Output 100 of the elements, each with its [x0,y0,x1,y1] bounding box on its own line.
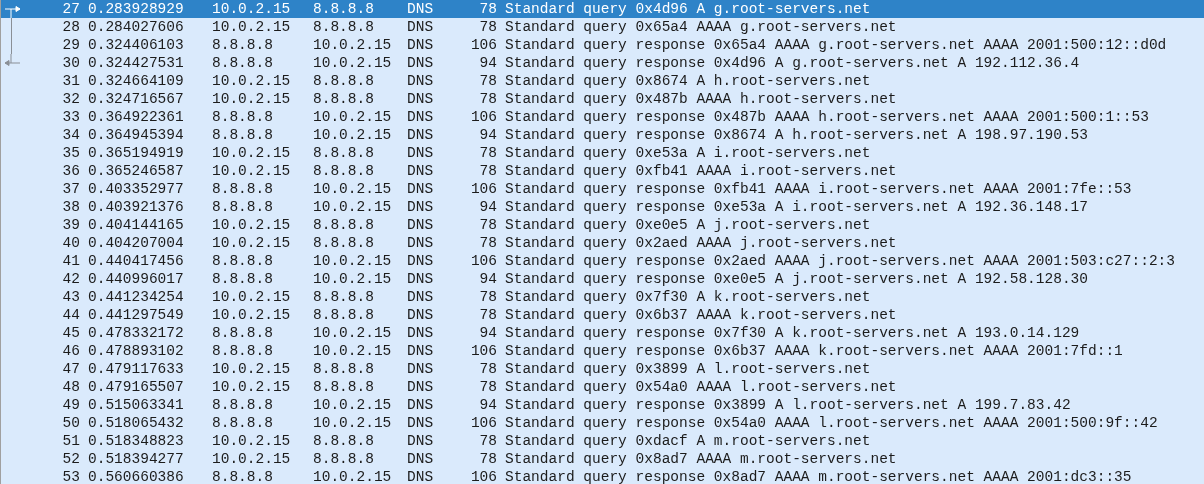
table-cell-text: 10.0.2.15 [312,324,393,342]
table-cell-text: 106 [469,468,497,484]
table-cell-text: DNS [406,414,435,432]
table-cell-text: 0.364922361 [87,108,185,126]
table-cell-text: 106 [469,180,497,198]
table-cell-text: DNS [406,432,435,450]
packet-row[interactable]: 27 0.283928929 10.0.2.15 8.8.8.8 DNS 78 Standard query 0x4d96 A g.root-servers.net [1,0,1204,18]
table-cell-text: Standard query 0x7f30 A k.root-servers.net [504,288,872,306]
table-cell-text: 10.0.2.15 [312,126,393,144]
table-cell-text: DNS [406,270,435,288]
table-cell-text: 106 [469,108,497,126]
table-cell-text: DNS [406,198,435,216]
table-cell-text: 10.0.2.15 [211,216,292,234]
table-cell-text: 44 [61,306,80,324]
table-cell-text: DNS [406,468,435,484]
table-cell-text: 39 [61,216,80,234]
table-cell-text: 8.8.8.8 [211,468,274,484]
table-cell-text: 0.441297549 [87,306,185,324]
table-cell-text: 49 [61,396,80,414]
table-cell-text: DNS [406,54,435,72]
table-cell-text: 32 [61,90,80,108]
table-cell-text: DNS [406,0,435,18]
table-cell-text: 10.0.2.15 [312,342,393,360]
table-cell-text: 10.0.2.15 [312,270,393,288]
table-cell-text: 10.0.2.15 [312,54,393,72]
table-cell-text: 8.8.8.8 [211,54,274,72]
table-cell-text: 0.403352977 [87,180,185,198]
table-cell-text: 78 [478,0,497,18]
table-cell-text: DNS [406,378,435,396]
table-cell-text: Standard query response 0x7f30 A k.root-servers.net A 193.0.14.129 [504,324,1081,342]
table-cell-text: 8.8.8.8 [211,108,274,126]
table-cell-text: 43 [61,288,80,306]
table-cell-text: DNS [406,126,435,144]
table-cell-text: 0.479117633 [87,360,185,378]
table-cell-text: DNS [406,396,435,414]
table-cell-text: 0.478893102 [87,342,185,360]
table-cell-text: 8.8.8.8 [211,414,274,432]
table-cell-text: Standard query 0x8ad7 AAAA m.root-servers.net [504,450,898,468]
table-cell-text: 94 [478,126,497,144]
table-cell-text: Standard query 0xfb41 AAAA i.root-servers.net [504,162,898,180]
table-cell-text: 53 [61,468,80,484]
table-cell-text: 78 [478,360,497,378]
table-cell-text: 94 [478,396,497,414]
table-cell-text: 106 [469,414,497,432]
table-cell-text: 10.0.2.15 [312,252,393,270]
table-cell-text: 8.8.8.8 [312,162,375,180]
table-cell-text: 0.478332172 [87,324,185,342]
table-cell-text: 78 [478,288,497,306]
table-cell-text: 8.8.8.8 [312,90,375,108]
table-cell-text: 78 [478,216,497,234]
table-cell-text: DNS [406,234,435,252]
table-cell-text: Standard query 0x54a0 AAAA l.root-servers.net [504,378,898,396]
table-cell-text: 10.0.2.15 [312,108,393,126]
table-cell-text: DNS [406,108,435,126]
table-cell-text: 0.518065432 [87,414,185,432]
table-cell-text: 8.8.8.8 [211,180,274,198]
table-cell-text: 8.8.8.8 [211,198,274,216]
table-cell-text: DNS [406,324,435,342]
table-cell-text: 8.8.8.8 [312,306,375,324]
table-cell-text: 8.8.8.8 [211,126,274,144]
table-cell-text: 94 [478,198,497,216]
table-cell-text: Standard query response 0x487b AAAA h.root-servers.net AAAA 2001:500:1::53 [504,108,1150,126]
table-cell-text: Standard query 0x2aed AAAA j.root-servers.net [504,234,898,252]
table-cell-text: DNS [406,252,435,270]
table-cell-text: 10.0.2.15 [312,468,393,484]
table-cell-text: 8.8.8.8 [312,216,375,234]
table-cell-text: 10.0.2.15 [211,0,292,18]
table-cell-text: Standard query response 0x8674 A h.root-servers.net A 198.97.190.53 [504,126,1089,144]
table-cell-text: DNS [406,36,435,54]
table-cell-text: Standard query 0x3899 A l.root-servers.net [504,360,872,378]
table-cell-text: 0.404144165 [87,216,185,234]
table-cell-text: 0.324406103 [87,36,185,54]
table-cell-text: Standard query 0xe0e5 A j.root-servers.net [504,216,872,234]
table-cell-text: 0.284027606 [87,18,185,36]
table-cell-text: 106 [469,342,497,360]
table-cell-text: 0.324716567 [87,90,185,108]
table-cell-text: 94 [478,270,497,288]
table-cell-text: 10.0.2.15 [211,378,292,396]
table-cell-text: 0.364945394 [87,126,185,144]
table-cell-text: Standard query response 0xe53a A i.root-servers.net A 192.36.148.17 [504,198,1089,216]
table-cell-text: 8.8.8.8 [312,378,375,396]
table-cell-text: 0.324427531 [87,54,185,72]
table-cell-text: 8.8.8.8 [312,234,375,252]
table-cell-text: Standard query response 0xfb41 AAAA i.root-servers.net AAAA 2001:7fe::53 [504,180,1133,198]
table-cell-text: 10.0.2.15 [312,36,393,54]
table-cell-text: 46 [61,342,80,360]
table-cell-text: 33 [61,108,80,126]
table-cell-text: Standard query response 0x8ad7 AAAA m.root-servers.net AAAA 2001:dc3::35 [504,468,1133,484]
table-cell-text: 10.0.2.15 [211,72,292,90]
table-cell-text: 8.8.8.8 [211,396,274,414]
table-cell-text: DNS [406,180,435,198]
table-cell-text: DNS [406,216,435,234]
table-cell-text: 8.8.8.8 [211,342,274,360]
table-cell-text: 8.8.8.8 [312,432,375,450]
table-cell-text: 0.518394277 [87,450,185,468]
table-cell-text: 0.365194919 [87,144,185,162]
table-cell-text: Standard query 0xe53a A i.root-servers.net [504,144,872,162]
table-cell-text: 0.560660386 [87,468,185,484]
table-cell-text: Standard query response 0x2aed AAAA j.root-servers.net AAAA 2001:503:c27::2:3 [504,252,1176,270]
table-cell-text: 8.8.8.8 [312,450,375,468]
